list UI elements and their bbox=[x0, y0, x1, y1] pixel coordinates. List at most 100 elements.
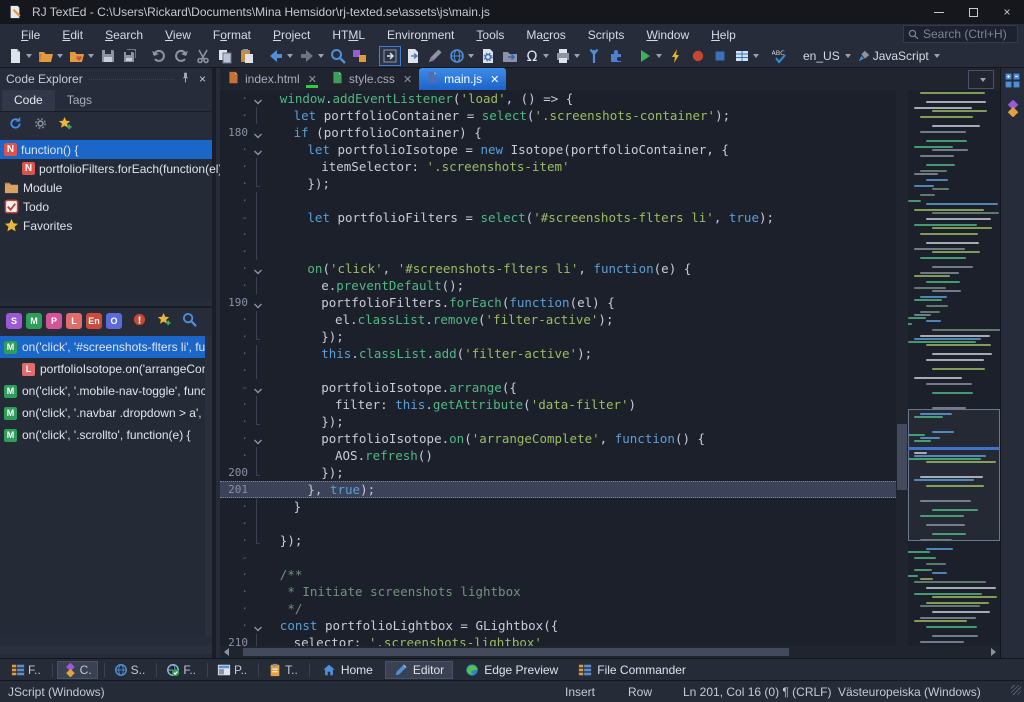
window-layout-icon[interactable] bbox=[1004, 72, 1021, 92]
code-line[interactable]: ·this.classList.add('filter-active'); bbox=[220, 345, 896, 362]
dropdown-caret-icon[interactable] bbox=[57, 54, 63, 58]
menu-file[interactable]: File bbox=[10, 26, 51, 44]
pen-button[interactable] bbox=[425, 46, 445, 66]
symbol-item[interactable]: Mon('click', '.scrollto', function(e) { bbox=[0, 424, 212, 446]
code-line[interactable]: ·itemSelector: '.screenshots-item' bbox=[220, 158, 896, 175]
current-code-line[interactable]: 201}, true); bbox=[220, 481, 896, 498]
minimap[interactable] bbox=[908, 90, 1000, 646]
code-line[interactable]: · * Initiate screenshots lightbox bbox=[220, 583, 896, 600]
code-explorer-icon[interactable] bbox=[1004, 100, 1021, 120]
symbol-item[interactable]: LportfolioIsotope.on('arrangeComplete', … bbox=[0, 358, 212, 380]
code-line[interactable]: -let portfolioFilters = select('#screens… bbox=[220, 209, 896, 226]
dropdown-caret-icon[interactable] bbox=[574, 54, 580, 58]
preview-doc-button[interactable] bbox=[403, 46, 423, 66]
globe-button[interactable] bbox=[447, 46, 476, 66]
dropdown-caret-icon[interactable] bbox=[468, 54, 474, 58]
tab-close-icon[interactable]: ✕ bbox=[403, 73, 412, 86]
document-tab-style.css[interactable]: style.css✕ bbox=[324, 68, 419, 90]
code-line[interactable]: ·/** bbox=[220, 566, 896, 583]
spellcheck-button[interactable]: ABC bbox=[770, 46, 790, 66]
forward-button[interactable] bbox=[297, 46, 326, 66]
tree-item[interactable]: Module bbox=[0, 178, 212, 197]
code-line[interactable]: ·}); bbox=[220, 328, 896, 345]
language-dropdown[interactable]: en_US bbox=[799, 46, 853, 66]
code-line[interactable]: ·on('click', '#screenshots-flters li', f… bbox=[220, 260, 896, 277]
filter-badge-m[interactable]: M bbox=[26, 313, 42, 329]
dropdown-caret-icon[interactable] bbox=[543, 54, 549, 58]
dropdown-caret-icon[interactable] bbox=[318, 54, 324, 58]
plugin-button[interactable] bbox=[606, 46, 626, 66]
minimap-viewport[interactable] bbox=[908, 409, 1000, 542]
code-line[interactable]: ·}); bbox=[220, 413, 896, 430]
tab-close-icon[interactable]: ✕ bbox=[308, 73, 317, 86]
copy-button[interactable] bbox=[215, 46, 235, 66]
star-add-icon[interactable] bbox=[58, 116, 73, 134]
code-line[interactable]: ·let portfolioContainer = select('.scree… bbox=[220, 107, 896, 124]
code-line[interactable]: ·e.preventDefault(); bbox=[220, 277, 896, 294]
symbol-item[interactable]: Mon('click', '#screenshots-flters li', f… bbox=[0, 336, 212, 358]
status-select-mode[interactable]: Row bbox=[628, 685, 652, 699]
vertical-scrollbar-thumb[interactable] bbox=[897, 424, 907, 491]
view-tab-home[interactable]: Home bbox=[314, 661, 381, 679]
layout-grid-button[interactable] bbox=[732, 46, 761, 66]
undo-button[interactable] bbox=[149, 46, 169, 66]
menu-html[interactable]: HTML bbox=[321, 26, 376, 44]
menu-view[interactable]: View bbox=[154, 26, 202, 44]
view-tab-editor[interactable]: Editor bbox=[385, 661, 453, 679]
syntax-dropdown[interactable]: JavaScript bbox=[855, 46, 942, 66]
print-button[interactable] bbox=[553, 46, 582, 66]
code-line[interactable]: ·el.classList.remove('filter-active'); bbox=[220, 311, 896, 328]
menu-search[interactable]: Search bbox=[94, 26, 154, 44]
dock-tab-S[interactable]: S.. bbox=[109, 661, 151, 679]
code-line[interactable]: · bbox=[220, 515, 896, 532]
tree-item[interactable]: Nfunction() { bbox=[0, 140, 212, 159]
filter-badge-en[interactable]: En bbox=[86, 313, 102, 329]
code-line[interactable]: ·} bbox=[220, 498, 896, 515]
filter-badge-s[interactable]: S bbox=[6, 313, 22, 329]
menu-environment[interactable]: Environment bbox=[376, 26, 465, 44]
menu-scripts[interactable]: Scripts bbox=[577, 26, 636, 44]
find-button[interactable] bbox=[328, 46, 348, 66]
dock-tab-F[interactable]: F.. bbox=[161, 661, 201, 679]
code-line[interactable]: ·filter: this.getAttribute('data-filter'… bbox=[220, 396, 896, 413]
star-add-icon[interactable] bbox=[157, 312, 172, 330]
filter-badge-p[interactable]: P bbox=[46, 313, 62, 329]
back-button[interactable] bbox=[266, 46, 295, 66]
document-tab-main.js[interactable]: main.js✕ bbox=[419, 68, 506, 90]
folder-sync-button[interactable] bbox=[500, 46, 520, 66]
code-line[interactable]: · bbox=[220, 192, 896, 209]
vertical-scrollbar[interactable] bbox=[896, 90, 908, 646]
tree-item[interactable]: Todo bbox=[0, 197, 212, 216]
explorer-tab-tags[interactable]: Tags bbox=[55, 90, 104, 111]
paste-button[interactable] bbox=[237, 46, 257, 66]
close-button[interactable]: × bbox=[990, 0, 1024, 24]
search-icon[interactable] bbox=[182, 312, 197, 330]
cut-button[interactable] bbox=[193, 46, 213, 66]
dock-tab-P[interactable]: P.. bbox=[212, 661, 252, 679]
menu-format[interactable]: Format bbox=[202, 26, 262, 44]
code-line[interactable]: ·portfolioIsotope.on('arrangeComplete', … bbox=[220, 430, 896, 447]
code-line[interactable]: 190portfolioFilters.forEach(function(el)… bbox=[220, 294, 896, 311]
code-line[interactable]: ·}); bbox=[220, 532, 896, 549]
menu-macros[interactable]: Macros bbox=[515, 26, 576, 44]
code-line[interactable]: - bbox=[220, 549, 896, 566]
pin-icon[interactable] bbox=[180, 72, 191, 86]
dropdown-caret-icon[interactable] bbox=[88, 54, 94, 58]
dropdown-caret-icon[interactable] bbox=[656, 54, 662, 58]
status-caret-position[interactable]: Ln 201, Col 16 (0) ¶ (CRLF) bbox=[683, 685, 832, 699]
doc-gear-button[interactable] bbox=[478, 46, 498, 66]
document-tab-index.html[interactable]: index.html✕ bbox=[220, 68, 324, 90]
dock-tab-C[interactable]: C. bbox=[57, 661, 98, 679]
search-input[interactable]: Search (Ctrl+H) bbox=[903, 25, 1018, 43]
code-line[interactable]: · */ bbox=[220, 600, 896, 617]
menu-edit[interactable]: Edit bbox=[51, 26, 94, 44]
code-line[interactable]: -portfolioIsotope.arrange({ bbox=[220, 379, 896, 396]
sidebar-horizontal-scrollbar[interactable] bbox=[0, 645, 212, 654]
warning-icon[interactable]: ! bbox=[132, 312, 147, 330]
redo-button[interactable] bbox=[171, 46, 191, 66]
filter-badge-l[interactable]: L bbox=[66, 313, 82, 329]
scroll-right-icon[interactable] bbox=[991, 648, 996, 656]
open-folder-button[interactable] bbox=[36, 46, 65, 66]
code-line[interactable]: · bbox=[220, 243, 896, 260]
maximize-button[interactable] bbox=[956, 0, 990, 24]
